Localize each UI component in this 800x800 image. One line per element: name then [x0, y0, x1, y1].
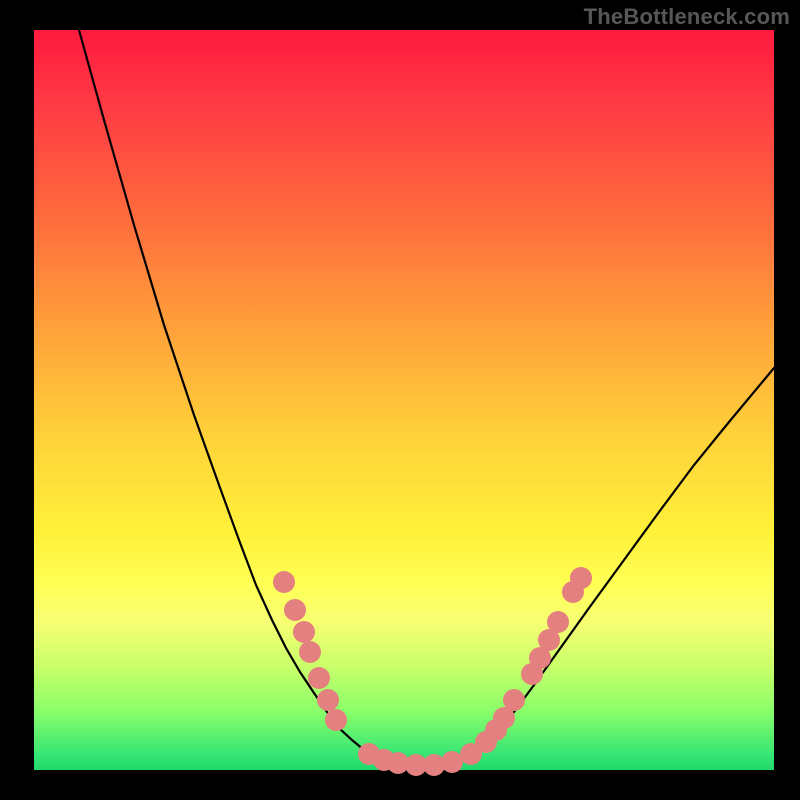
- bottleneck-curve: [79, 30, 774, 766]
- marker-dot: [441, 751, 463, 773]
- marker-dot: [273, 571, 295, 593]
- plot-area: [34, 30, 774, 770]
- watermark-text: TheBottleneck.com: [584, 4, 790, 30]
- marker-dot: [547, 611, 569, 633]
- marker-dot: [570, 567, 592, 589]
- marker-dot: [503, 689, 525, 711]
- curve-svg: [34, 30, 774, 770]
- marker-dot: [284, 599, 306, 621]
- marker-dot: [293, 621, 315, 643]
- marker-dot: [308, 667, 330, 689]
- marker-dot: [317, 689, 339, 711]
- marker-dot: [299, 641, 321, 663]
- marker-dot: [325, 709, 347, 731]
- chart-frame: TheBottleneck.com: [0, 0, 800, 800]
